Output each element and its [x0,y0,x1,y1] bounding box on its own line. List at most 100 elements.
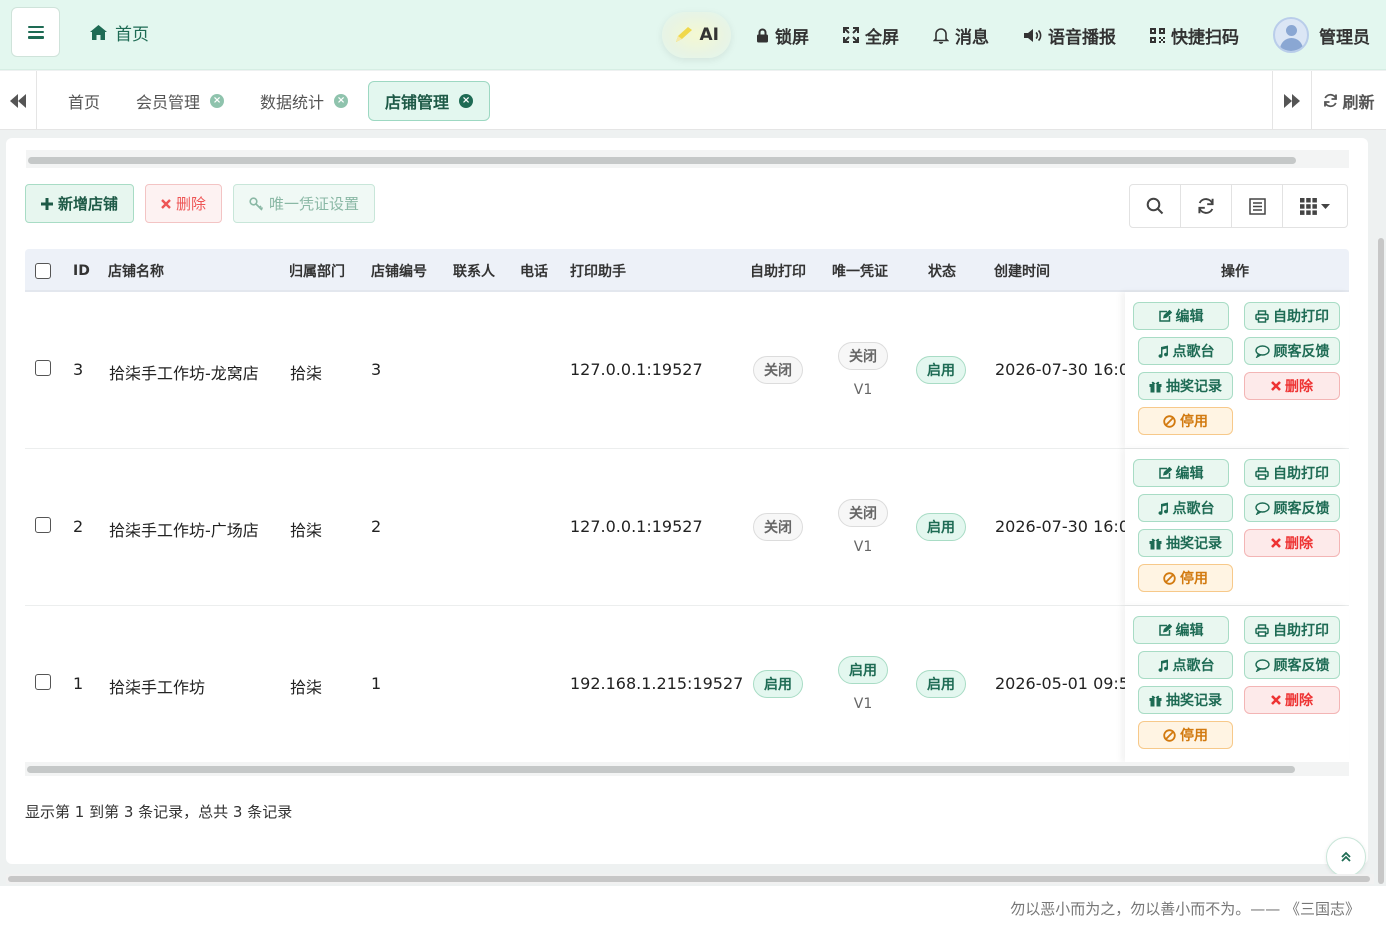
close-icon[interactable]: × [210,94,225,108]
table-row[interactable]: 1 拾柒手工作坊 拾柒 1 192.168.1.215:19527 启用 启用 … [25,606,1349,763]
list-icon [1248,197,1266,215]
column-header-dept[interactable]: 归属部门 [289,249,345,292]
stores-table: ID 店铺名称 归属部门 店铺编号 联系人 电话 打印助手 自助打印 唯一凭证 … [25,249,1349,763]
tab-home[interactable]: 首页 [52,81,116,121]
quick-scan-button[interactable]: 快捷扫码 [1133,0,1256,70]
speaker-icon [1024,28,1042,42]
messages-button[interactable]: 消息 [916,0,1006,70]
row-checkbox[interactable] [35,360,51,376]
column-header-created[interactable]: 创建时间 [994,249,1050,292]
row-delete-button[interactable]: 删除 [1244,686,1340,714]
row-checkbox[interactable] [35,517,51,533]
column-header-self-print[interactable]: 自助打印 [750,249,806,292]
tab-scroll-left-button[interactable] [0,71,37,130]
column-header-status[interactable]: 状态 [928,249,956,292]
top-header: 首页 AI 锁屏 全屏 消息 语音播报 快捷扫码 管理员 [0,0,1386,70]
close-icon[interactable]: × [334,94,349,108]
customer-feedback-button[interactable]: 顾客反馈 [1244,337,1340,365]
karaoke-button[interactable]: 点歌台 [1138,494,1233,522]
ai-button[interactable]: AI [661,12,731,58]
table-row[interactable]: 2 拾柒手工作坊-广场店 拾柒 2 127.0.0.1:19527 关闭 关闭 … [25,449,1349,606]
column-header-name[interactable]: 店铺名称 [108,249,164,292]
table-toolbar: 新增店铺 删除 唯一凭证设置 [25,184,376,223]
customer-feedback-button[interactable]: 顾客反馈 [1244,651,1340,679]
disable-button[interactable]: 停用 [1138,721,1233,749]
page-horizontal-scrollbar[interactable] [6,874,1374,884]
edit-button[interactable]: 编辑 [1133,616,1229,644]
delete-button[interactable]: 删除 [145,184,223,223]
toggle-view-button[interactable] [1231,184,1283,228]
tab-store-management[interactable]: 店铺管理 × [368,81,491,121]
lock-screen-button[interactable]: 锁屏 [739,0,826,70]
disable-button[interactable]: 停用 [1138,407,1233,435]
bottom-horizontal-scrollbar[interactable] [25,762,1349,776]
row-delete-label: 删除 [1285,379,1313,395]
tab-data-statistics[interactable]: 数据统计 × [244,81,364,121]
column-header-printer[interactable]: 打印助手 [570,249,626,292]
karaoke-button[interactable]: 点歌台 [1138,337,1233,365]
music-icon [1158,345,1168,358]
row-delete-button[interactable]: 删除 [1244,529,1340,557]
column-header-contact[interactable]: 联系人 [453,249,495,292]
comment-icon [1254,501,1270,515]
page-vertical-scrollbar[interactable] [1378,238,1384,884]
table-row[interactable]: 3 拾柒手工作坊-龙窝店 拾柒 3 127.0.0.1:19527 关闭 关闭 … [25,292,1349,449]
karaoke-label: 点歌台 [1172,658,1215,674]
edit-button[interactable]: 编辑 [1133,302,1229,330]
edit-button[interactable]: 编辑 [1133,459,1229,487]
edit-icon [1158,467,1172,479]
customer-feedback-label: 顾客反馈 [1273,658,1330,674]
header-home-link[interactable]: 首页 [90,20,149,45]
self-print-badge: 启用 [753,670,803,698]
row-checkbox[interactable] [35,674,51,690]
self-print-button[interactable]: 自助打印 [1244,302,1340,330]
karaoke-button[interactable]: 点歌台 [1138,651,1233,679]
lock-screen-label: 锁屏 [775,27,809,48]
disable-button[interactable]: 停用 [1138,564,1233,592]
column-header-credential[interactable]: 唯一凭证 [832,249,888,292]
voice-broadcast-button[interactable]: 语音播报 [1006,0,1133,70]
row-actions: 编辑 自助打印 点歌台 顾客反馈 抽奖记录 删除 停用 [1125,292,1349,448]
self-print-button[interactable]: 自助打印 [1244,459,1340,487]
self-print-button[interactable]: 自助打印 [1244,616,1340,644]
back-to-top-button[interactable] [1326,837,1366,877]
credential-settings-button[interactable]: 唯一凭证设置 [233,184,376,223]
close-icon[interactable]: × [459,94,474,108]
select-all-checkbox[interactable] [35,262,51,279]
status-badge: 启用 [916,356,966,384]
tab-member-management[interactable]: 会员管理 × [120,81,240,121]
user-menu[interactable]: 管理员 [1256,0,1386,70]
credential-badge: 关闭 [838,499,888,527]
columns-toggle-button[interactable] [1282,184,1348,228]
credential-version: V1 [853,382,873,398]
cell-id: 3 [73,360,84,379]
x-icon [161,198,171,209]
search-button[interactable] [1129,184,1181,228]
tab-scroll-right-button[interactable] [1272,71,1311,130]
customer-feedback-button[interactable]: 顾客反馈 [1244,494,1340,522]
tab-refresh-button[interactable]: 刷新 [1311,71,1386,130]
row-delete-button[interactable]: 删除 [1244,372,1340,400]
refresh-icon [1198,198,1214,214]
add-store-button[interactable]: 新增店铺 [25,184,135,223]
bell-icon [933,27,949,44]
top-horizontal-scrollbar[interactable] [26,150,1349,168]
ban-icon [1163,571,1176,585]
lottery-records-button[interactable]: 抽奖记录 [1138,529,1233,557]
key-icon [249,196,264,211]
pencil-icon [675,27,692,42]
column-header-code[interactable]: 店铺编号 [371,249,427,292]
column-header-phone[interactable]: 电话 [520,249,548,292]
table-tools [1129,184,1348,228]
table-refresh-button[interactable] [1180,184,1232,228]
fullscreen-label: 全屏 [865,27,899,48]
fullscreen-button[interactable]: 全屏 [826,0,916,70]
column-header-id[interactable]: ID [73,249,90,292]
credential-version: V1 [853,539,873,555]
menu-toggle-button[interactable] [11,7,60,57]
refresh-label: 刷新 [1342,92,1375,112]
tab-label: 店铺管理 [385,93,450,112]
lottery-records-button[interactable]: 抽奖记录 [1138,372,1233,400]
avatar [1273,17,1309,53]
lottery-records-button[interactable]: 抽奖记录 [1138,686,1233,714]
